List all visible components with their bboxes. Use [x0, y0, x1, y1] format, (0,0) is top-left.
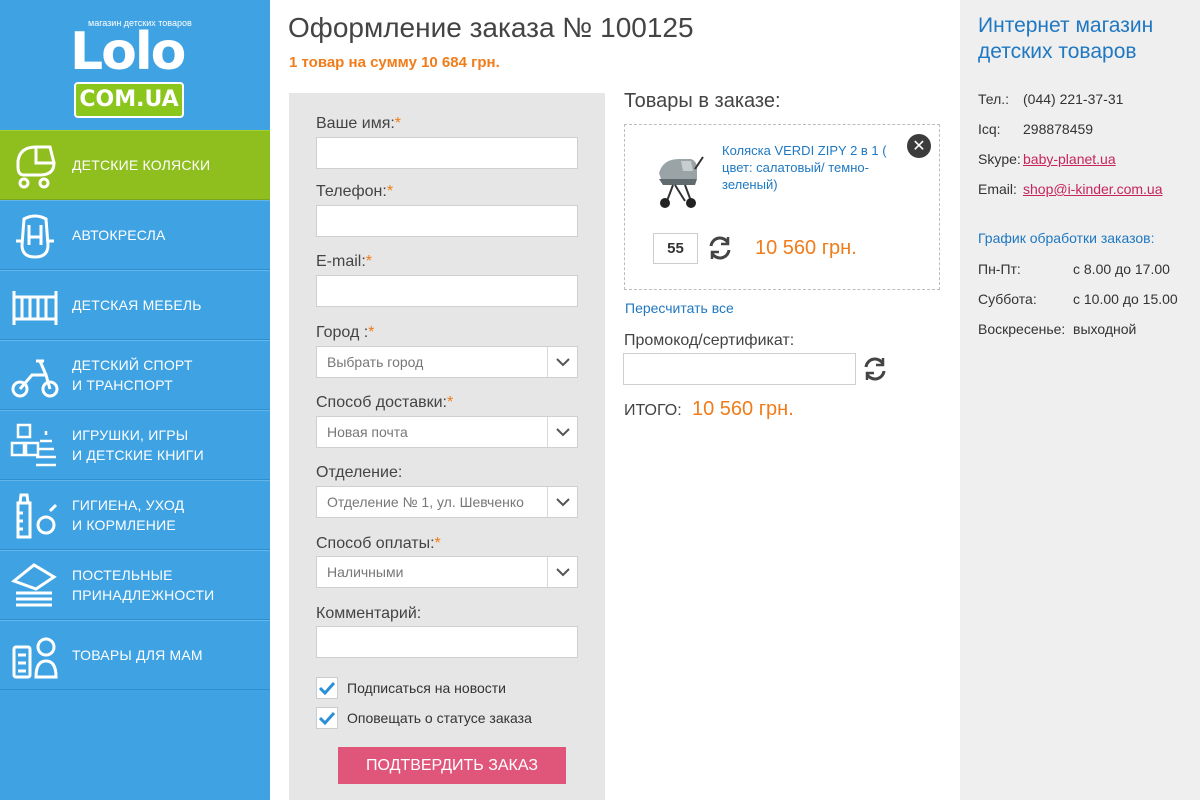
checkout-main: Оформление заказа № 100125 1 товар на су… [270, 0, 960, 800]
name-label: Ваше имя:* [316, 115, 402, 132]
menu-item-label: Товары для мам [72, 647, 203, 663]
menu-item-label: Детская мебель [72, 297, 202, 313]
category-menu: Детские коляски Автокресла Детская мебел… [0, 130, 270, 690]
promo-code-input[interactable] [623, 353, 856, 385]
comment-label: Комментарий: [316, 605, 422, 622]
baby-monitor-icon [10, 631, 60, 681]
menu-item-label: Постельные принадлежности [72, 567, 215, 603]
menu-item-label: Детские коляски [72, 157, 211, 173]
recalculate-all-link[interactable]: Пересчитать все [625, 300, 734, 316]
menu-item-sport-transport[interactable]: Детский спорт и транспорт [0, 340, 270, 410]
subscribe-label: Подписаться на новости [347, 680, 506, 696]
confirm-order-button[interactable]: Подтвердить заказ [338, 747, 566, 784]
toy-blocks-icon [10, 421, 60, 471]
logo-domain-badge: COM.UA [74, 82, 184, 118]
total-label: Итого: [624, 402, 682, 419]
menu-item-hygiene-feeding[interactable]: Гигиена, уход и кормление [0, 480, 270, 550]
menu-item-furniture[interactable]: Детская мебель [0, 270, 270, 340]
checkmark-icon [319, 711, 335, 725]
delivery-select-value: Новая почта [327, 424, 408, 440]
notify-option[interactable]: Оповещать о статусе заказа [316, 707, 532, 729]
skype-link[interactable]: baby-planet.ua [1023, 151, 1116, 167]
stroller-product-image[interactable] [645, 147, 709, 211]
refresh-icon[interactable] [862, 356, 888, 382]
page-title: Оформление заказа № 100125 [288, 12, 694, 43]
notify-label: Оповещать о статусе заказа [347, 710, 532, 726]
menu-item-label: Игрушки, игры и детские книги [72, 427, 204, 463]
chevron-down-icon [547, 557, 577, 587]
total-value: 10 560 грн. [692, 398, 794, 420]
cart-item: Коляска VERDI ZIPY 2 в 1 ( цвет: салатов… [624, 124, 940, 290]
menu-item-strollers[interactable]: Детские коляски [0, 130, 270, 200]
email-link[interactable]: shop@i-kinder.com.ua [1023, 181, 1163, 197]
payment-select-value: Наличными [327, 564, 404, 580]
order-form: Ваше имя:* Телефон:* E-mail:* Город :* В… [289, 93, 605, 800]
menu-item-label: Детский спорт и транспорт [72, 357, 193, 393]
phone-label: Телефон:* [316, 183, 394, 200]
comment-input[interactable] [316, 626, 578, 658]
payment-label: Способ оплаты:* [316, 535, 441, 552]
delivery-select[interactable]: Новая почта [316, 416, 578, 448]
email-input[interactable] [316, 275, 578, 307]
refresh-icon[interactable] [707, 235, 733, 261]
chevron-down-icon [547, 487, 577, 517]
notify-checkbox[interactable] [316, 707, 338, 729]
subscribe-option[interactable]: Подписаться на новости [316, 677, 506, 699]
shop-info-panel: Интернет магазин детских товаров Тел.: (0… [960, 0, 1200, 800]
subscribe-checkbox[interactable] [316, 677, 338, 699]
car-seat-icon [10, 211, 60, 261]
close-icon[interactable]: ✕ [907, 134, 931, 158]
email-label: E-mail:* [316, 253, 373, 270]
menu-item-label: Гигиена, уход и кормление [72, 497, 185, 533]
stroller-icon [10, 141, 60, 191]
product-name-link[interactable]: Коляска VERDI ZIPY 2 в 1 ( цвет: салатов… [722, 142, 897, 193]
quantity-input[interactable]: 55 [653, 233, 698, 264]
pillow-icon [10, 561, 60, 611]
chevron-down-icon [547, 347, 577, 377]
menu-item-bedding[interactable]: Постельные принадлежности [0, 550, 270, 620]
baby-bottle-icon [10, 491, 60, 541]
cart-title: Товары в заказе: [624, 90, 781, 112]
logo-wordmark: Lolo [70, 22, 186, 82]
menu-item-label: Автокресла [72, 227, 166, 243]
promo-label: Промокод/сертификат: [624, 332, 795, 349]
item-price: 10 560 грн. [755, 237, 857, 259]
delivery-label: Способ доставки:* [316, 394, 454, 411]
branch-select-value: Отделение № 1, ул. Шевченко [327, 494, 524, 510]
menu-item-for-moms[interactable]: Товары для мам [0, 620, 270, 690]
phone-input[interactable] [316, 205, 578, 237]
site-logo[interactable]: магазин детских товаров Lolo COM.UA [70, 8, 210, 120]
shop-title: Интернет магазин детских товаров [978, 14, 1154, 63]
branch-label: Отделение: [316, 464, 403, 481]
checkmark-icon [319, 681, 335, 695]
sidebar: магазин детских товаров Lolo COM.UA Детс… [0, 0, 270, 800]
menu-item-toys-books[interactable]: Игрушки, игры и детские книги [0, 410, 270, 480]
schedule-title: График обработки заказов: [978, 230, 1155, 246]
chevron-down-icon [547, 417, 577, 447]
city-select[interactable]: Выбрать город [316, 346, 578, 378]
city-select-value: Выбрать город [327, 354, 424, 370]
crib-icon [10, 281, 60, 331]
tricycle-icon [10, 351, 60, 401]
menu-item-car-seats[interactable]: Автокресла [0, 200, 270, 270]
city-label: Город :* [316, 324, 375, 341]
payment-select[interactable]: Наличными [316, 556, 578, 588]
order-summary: 1 товар на сумму 10 684 грн. [289, 54, 500, 71]
branch-select[interactable]: Отделение № 1, ул. Шевченко [316, 486, 578, 518]
name-input[interactable] [316, 137, 578, 169]
